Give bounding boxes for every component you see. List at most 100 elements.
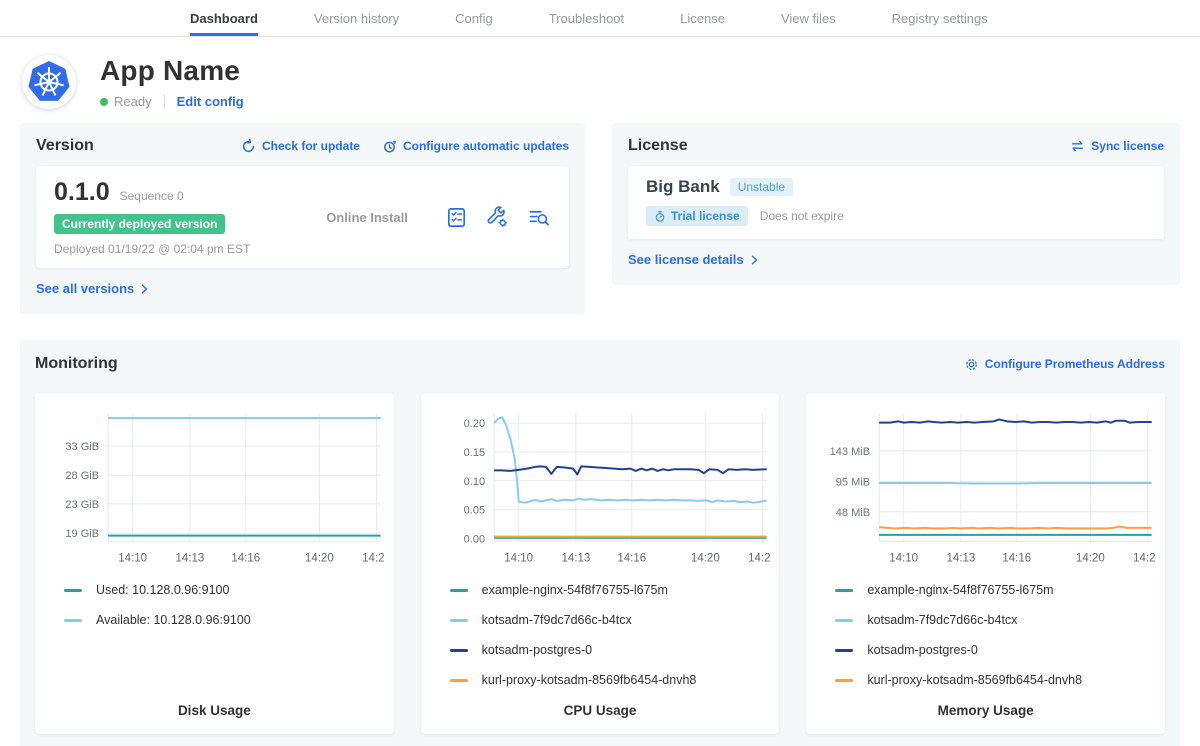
series-line xyxy=(494,417,767,502)
y-axis-label: 33 GiB xyxy=(65,441,99,453)
x-axis-label: 14:16 xyxy=(617,552,646,564)
divider xyxy=(164,95,165,109)
legend-item: kurl-proxy-kotsadm-8569fb6454-dnvh8 xyxy=(835,673,1156,687)
chart-title: Disk Usage xyxy=(35,703,394,718)
legend-item: kurl-proxy-kotsadm-8569fb6454-dnvh8 xyxy=(450,673,771,687)
legend-label: example-nginx-54f8f76755-l675m xyxy=(482,583,668,597)
x-axis-label: 14:13 xyxy=(561,552,590,564)
y-axis-label: 143 MiB xyxy=(830,446,870,458)
tab-version-history[interactable]: Version history xyxy=(314,0,399,36)
clock-refresh-icon xyxy=(382,139,397,154)
legend-swatch xyxy=(64,619,82,622)
view-logs-icon[interactable] xyxy=(527,206,551,229)
customer-name: Big Bank xyxy=(646,177,720,197)
sync-license-label: Sync license xyxy=(1091,139,1164,153)
legend-label: kotsadm-postgres-0 xyxy=(867,643,977,657)
edit-config-link[interactable]: Edit config xyxy=(177,94,244,109)
app-header: App Name Ready Edit config xyxy=(0,37,1200,109)
version-sequence: Sequence 0 xyxy=(120,189,184,203)
license-card-title: License xyxy=(628,137,688,155)
series-line xyxy=(879,419,1152,422)
cpu-usage-legend: example-nginx-54f8f76755-l675m kotsadm-7f… xyxy=(450,583,771,687)
chevron-right-icon xyxy=(139,283,150,295)
top-navigation: Dashboard Version history Config Trouble… xyxy=(0,0,1200,37)
sync-license-button[interactable]: Sync license xyxy=(1070,139,1164,153)
legend-swatch xyxy=(450,649,468,652)
chart-svg: 14:10 14:13 14:16 14:20 14:23 143 MiB 95 MiB 48… xyxy=(815,405,1156,567)
preflight-checks-icon[interactable] xyxy=(445,206,468,229)
legend-swatch xyxy=(835,619,853,622)
legend-label: kotsadm-postgres-0 xyxy=(482,643,592,657)
legend-item: kotsadm-7f9dc7d66c-b4tcx xyxy=(835,613,1156,627)
series-line xyxy=(879,527,1152,529)
cpu-usage-chart-card: 14:1014:1314:1614:2014:230.200.150.100.0… xyxy=(421,393,780,734)
legend-swatch xyxy=(64,589,82,592)
x-axis-label: 14:20 xyxy=(305,552,334,564)
license-details-box: Big Bank Unstable Trial license Does not… xyxy=(628,166,1164,239)
stopwatch-icon xyxy=(654,210,666,223)
config-wrench-icon[interactable] xyxy=(486,206,509,229)
legend-swatch xyxy=(450,589,468,592)
tab-license[interactable]: License xyxy=(680,0,725,36)
configure-prometheus-button[interactable]: Configure Prometheus Address xyxy=(964,357,1165,372)
memory-usage-chart-card: 14:10 14:13 14:16 14:20 14:23 143 MiB 95 MiB 48… xyxy=(806,393,1165,734)
x-axis-label: 14:10 xyxy=(504,552,533,564)
y-axis-label: 0.05 xyxy=(463,505,484,517)
y-axis-label: 95 MiB xyxy=(836,477,870,489)
current-version-box: 0.1.0 Sequence 0 Currently deployed vers… xyxy=(36,166,569,268)
see-license-details-label: See license details xyxy=(628,252,744,267)
legend-label: kotsadm-7f9dc7d66c-b4tcx xyxy=(867,613,1017,627)
legend-label: Used: 10.128.0.96:9100 xyxy=(96,583,229,597)
x-axis-label: 14:13 xyxy=(947,552,976,564)
configure-automatic-updates-button[interactable]: Configure automatic updates xyxy=(382,139,569,154)
legend-swatch xyxy=(450,619,468,622)
see-all-versions-link[interactable]: See all versions xyxy=(36,281,150,296)
x-axis-label: 14:23 xyxy=(362,552,385,564)
monitoring-section: Monitoring Configure Prometheus Address … xyxy=(20,340,1180,746)
legend-label: kurl-proxy-kotsadm-8569fb6454-dnvh8 xyxy=(482,673,697,687)
trial-license-label: Trial license xyxy=(671,209,740,223)
series-line xyxy=(879,483,1152,484)
x-axis-label: 14:20 xyxy=(1076,552,1105,564)
page-title: App Name xyxy=(100,55,244,87)
legend-item: example-nginx-54f8f76755-l675m xyxy=(835,583,1156,597)
status-dot xyxy=(100,98,108,106)
legend-item: kotsadm-7f9dc7d66c-b4tcx xyxy=(450,613,771,627)
legend-swatch xyxy=(835,589,853,592)
cpu-usage-plot: 14:1014:1314:1614:2014:230.200.150.100.0… xyxy=(430,405,771,567)
tab-troubleshoot[interactable]: Troubleshoot xyxy=(549,0,624,36)
chart-title: Memory Usage xyxy=(806,703,1165,718)
see-license-details-link[interactable]: See license details xyxy=(628,252,760,267)
legend-item: example-nginx-54f8f76755-l675m xyxy=(450,583,771,597)
legend-label: example-nginx-54f8f76755-l675m xyxy=(867,583,1053,597)
channel-badge: Unstable xyxy=(730,178,793,196)
legend-swatch xyxy=(835,649,853,652)
legend-label: kurl-proxy-kotsadm-8569fb6454-dnvh8 xyxy=(867,673,1082,687)
version-number: 0.1.0 xyxy=(54,178,110,207)
legend-item: Available: 10.128.0.96:9100 xyxy=(64,613,385,627)
license-card: License Sync license Big Bank Unstable xyxy=(612,123,1180,285)
version-card-title: Version xyxy=(36,137,94,155)
tab-config[interactable]: Config xyxy=(455,0,493,36)
expiry-text: Does not expire xyxy=(760,209,844,223)
x-axis-label: 14:23 xyxy=(748,552,771,564)
check-for-update-button[interactable]: Check for update xyxy=(241,139,360,154)
x-axis-label: 14:10 xyxy=(890,552,919,564)
deployed-timestamp: Deployed 01/19/22 @ 02:04 pm EST xyxy=(54,242,289,256)
disk-usage-chart-card: 14:1014:1314:1614:2014:2333 GiB28 GiB23 … xyxy=(35,393,394,734)
y-axis-label: 48 MiB xyxy=(836,507,870,519)
x-axis-label: 14:16 xyxy=(1003,552,1032,564)
y-axis-label: 0.10 xyxy=(463,476,484,488)
y-axis-label: 0.15 xyxy=(463,447,484,459)
tab-dashboard[interactable]: Dashboard xyxy=(190,0,258,36)
chart-title: CPU Usage xyxy=(421,703,780,718)
y-axis-label: 19 GiB xyxy=(65,528,99,540)
configure-prometheus-label: Configure Prometheus Address xyxy=(985,357,1165,371)
memory-usage-plot: 14:10 14:13 14:16 14:20 14:23 143 MiB 95 MiB 48… xyxy=(815,405,1156,567)
legend-label: kotsadm-7f9dc7d66c-b4tcx xyxy=(482,613,632,627)
x-axis-label: 14:20 xyxy=(691,552,720,564)
tab-view-files[interactable]: View files xyxy=(781,0,836,36)
install-type-label: Online Install xyxy=(289,210,445,225)
x-axis-label: 14:23 xyxy=(1133,552,1156,564)
tab-registry-settings[interactable]: Registry settings xyxy=(892,0,988,36)
